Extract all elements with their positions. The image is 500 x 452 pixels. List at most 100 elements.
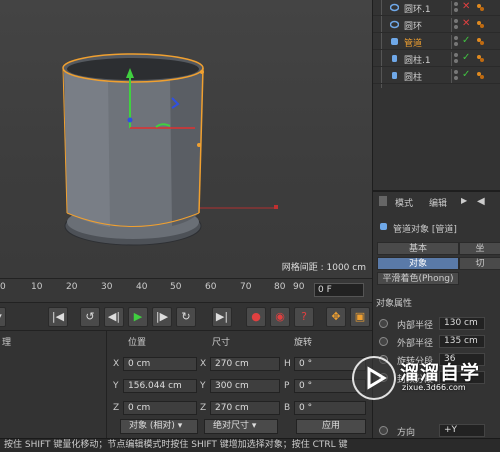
tick-label: 30 [101, 282, 113, 292]
prop-inner-radius: 内部半径 130 cm [373, 316, 500, 332]
tube-icon [380, 223, 387, 230]
menu-edit[interactable]: 编辑 [429, 196, 447, 209]
go-to-end-button[interactable]: ▶| [212, 307, 232, 327]
section-object-properties: 对象属性 [376, 299, 413, 309]
animate-radio[interactable] [379, 319, 388, 328]
tube-shadow [170, 68, 203, 226]
enabled-check-icon[interactable]: ✓ [462, 69, 470, 80]
visibility-dots[interactable] [454, 70, 459, 81]
phong-tag-icon[interactable] [476, 20, 485, 29]
object-row-torus-1[interactable]: 圆环.1 ✕ [373, 0, 500, 16]
move-tool-icon[interactable]: ✥ [326, 307, 346, 327]
watermark-logo-icon [352, 356, 396, 400]
animate-radio[interactable] [379, 337, 388, 346]
disabled-state-icon[interactable]: ✕ [462, 1, 470, 12]
attribute-menubar: 模式 编辑 ▶ ◀ [373, 196, 500, 210]
attribute-manager: 模式 编辑 ▶ ◀ 管道对象 [管道] 基本 坐 对象 切 平滑着色(Phong… [372, 190, 500, 452]
tick-label: 70 [240, 282, 252, 292]
previous-frame-button[interactable]: ◀| [104, 307, 124, 327]
tick-label: 20 [66, 282, 78, 292]
play-arrow-icon[interactable]: ▶ [461, 196, 467, 205]
status-bar: 按住 SHIFT 键量化移动；节点编辑模式时按住 SHIFT 键增加选择对象；按… [0, 438, 500, 452]
tick-label: 60 [205, 282, 217, 292]
tick-label: 50 [170, 282, 182, 292]
current-frame-field[interactable]: 0 F [314, 283, 364, 297]
object-name: 圆柱.1 [404, 56, 431, 66]
cylinder-icon [392, 55, 397, 62]
object-row-cylinder[interactable]: 圆柱 ✓ [373, 68, 500, 84]
visibility-dots[interactable] [454, 53, 459, 64]
size-mode-dropdown[interactable]: 绝对尺寸 ▾ [204, 419, 278, 434]
prop-orientation: 方向 +Y [373, 423, 500, 439]
object-row-cylinder-1[interactable]: 圆柱.1 ✓ [373, 51, 500, 67]
phong-tag-icon[interactable] [476, 37, 485, 46]
axis-label: P [284, 381, 290, 391]
menu-mode[interactable]: 模式 [395, 196, 413, 209]
animate-radio[interactable] [379, 426, 388, 435]
tab-coordinates[interactable]: 坐 [459, 242, 500, 255]
position-y-field[interactable]: 156.044 cm [123, 379, 197, 393]
watermark: 溜溜自学 zixue.3d66.com [352, 356, 492, 404]
left-panel-label: 理 [2, 338, 12, 348]
object-row-torus[interactable]: 圆环 ✕ [373, 17, 500, 33]
tube-icon [391, 38, 398, 45]
axis-label: Y [113, 381, 119, 391]
cylinder-icon [392, 72, 397, 79]
visibility-dots[interactable] [454, 36, 459, 47]
tick-label: 10 [31, 282, 43, 292]
phong-tag-icon[interactable] [476, 3, 485, 12]
auto-keyframe-icon[interactable]: ◉ [270, 307, 290, 327]
object-manager: 圆环.1 ✕ 圆环 ✕ 管道 ✓ 圆柱.1 ✓ 圆柱 ✓ [372, 0, 500, 190]
size-z-field[interactable]: 270 cm [210, 401, 280, 415]
play-button[interactable]: ▶ [128, 307, 148, 327]
visibility-dots[interactable] [454, 2, 459, 13]
scale-tool-icon[interactable]: ▣ [350, 307, 370, 327]
tab-phong[interactable]: 平滑着色(Phong) [377, 272, 459, 285]
tick-label: 0 [0, 282, 6, 292]
enabled-check-icon[interactable]: ✓ [462, 52, 470, 63]
record-keyframe-icon[interactable]: ● [246, 307, 266, 327]
watermark-text: 溜溜自学 [400, 362, 481, 384]
inner-radius-field[interactable]: 130 cm [439, 317, 485, 330]
size-y-field[interactable]: 300 cm [210, 379, 280, 393]
object-row-tube[interactable]: 管道 ✓ [373, 34, 500, 50]
torus-icon [390, 20, 399, 29]
go-to-start-button[interactable]: |◀ [48, 307, 68, 327]
tick-label: 90 [293, 282, 305, 292]
tab-slice[interactable]: 切 [459, 257, 500, 270]
axis-label: H [284, 359, 291, 369]
handle-top [200, 70, 204, 74]
coordinate-mode-dropdown[interactable]: 对象 (相对) ▾ [120, 419, 198, 434]
frame-stepper[interactable]: ▾ [0, 307, 6, 327]
tab-object[interactable]: 对象 [377, 257, 459, 270]
grip-icon [379, 196, 387, 206]
next-frame-button[interactable]: |▶ [152, 307, 172, 327]
outer-radius-field[interactable]: 135 cm [439, 335, 485, 348]
previous-key-button[interactable]: ↺ [80, 307, 100, 327]
tube-highlight [64, 68, 110, 227]
axis-label: B [284, 403, 291, 413]
x-axis-end [274, 205, 278, 209]
position-x-field[interactable]: 0 cm [123, 357, 197, 371]
apply-button[interactable]: 应用 [296, 419, 366, 434]
grid-distance-label: 网格间距 : 1000 cm [281, 263, 366, 273]
axis-label: Z [113, 403, 120, 413]
tick-label: 80 [274, 282, 286, 292]
viewport[interactable]: 网格间距 : 1000 cm [0, 0, 372, 278]
phong-tag-icon[interactable] [476, 54, 485, 63]
tab-basic[interactable]: 基本 [377, 242, 459, 255]
size-x-field[interactable]: 270 cm [210, 357, 280, 371]
enabled-check-icon[interactable]: ✓ [462, 35, 470, 46]
help-keyframe-icon[interactable]: ? [294, 307, 314, 327]
watermark-url: zixue.3d66.com [402, 383, 466, 392]
position-z-field[interactable]: 0 cm [123, 401, 197, 415]
object-name: 管道 [404, 39, 423, 49]
object-name: 圆环.1 [404, 5, 431, 15]
visibility-dots[interactable] [454, 19, 459, 30]
next-key-button[interactable]: ↻ [176, 307, 196, 327]
orientation-dropdown[interactable]: +Y [439, 424, 485, 437]
phong-tag-icon[interactable] [476, 71, 485, 80]
back-arrow-icon[interactable]: ◀ [477, 196, 485, 207]
timeline-ruler[interactable]: 0 10 20 30 40 50 60 70 80 90 0 F [0, 278, 372, 302]
disabled-state-icon[interactable]: ✕ [462, 18, 470, 29]
